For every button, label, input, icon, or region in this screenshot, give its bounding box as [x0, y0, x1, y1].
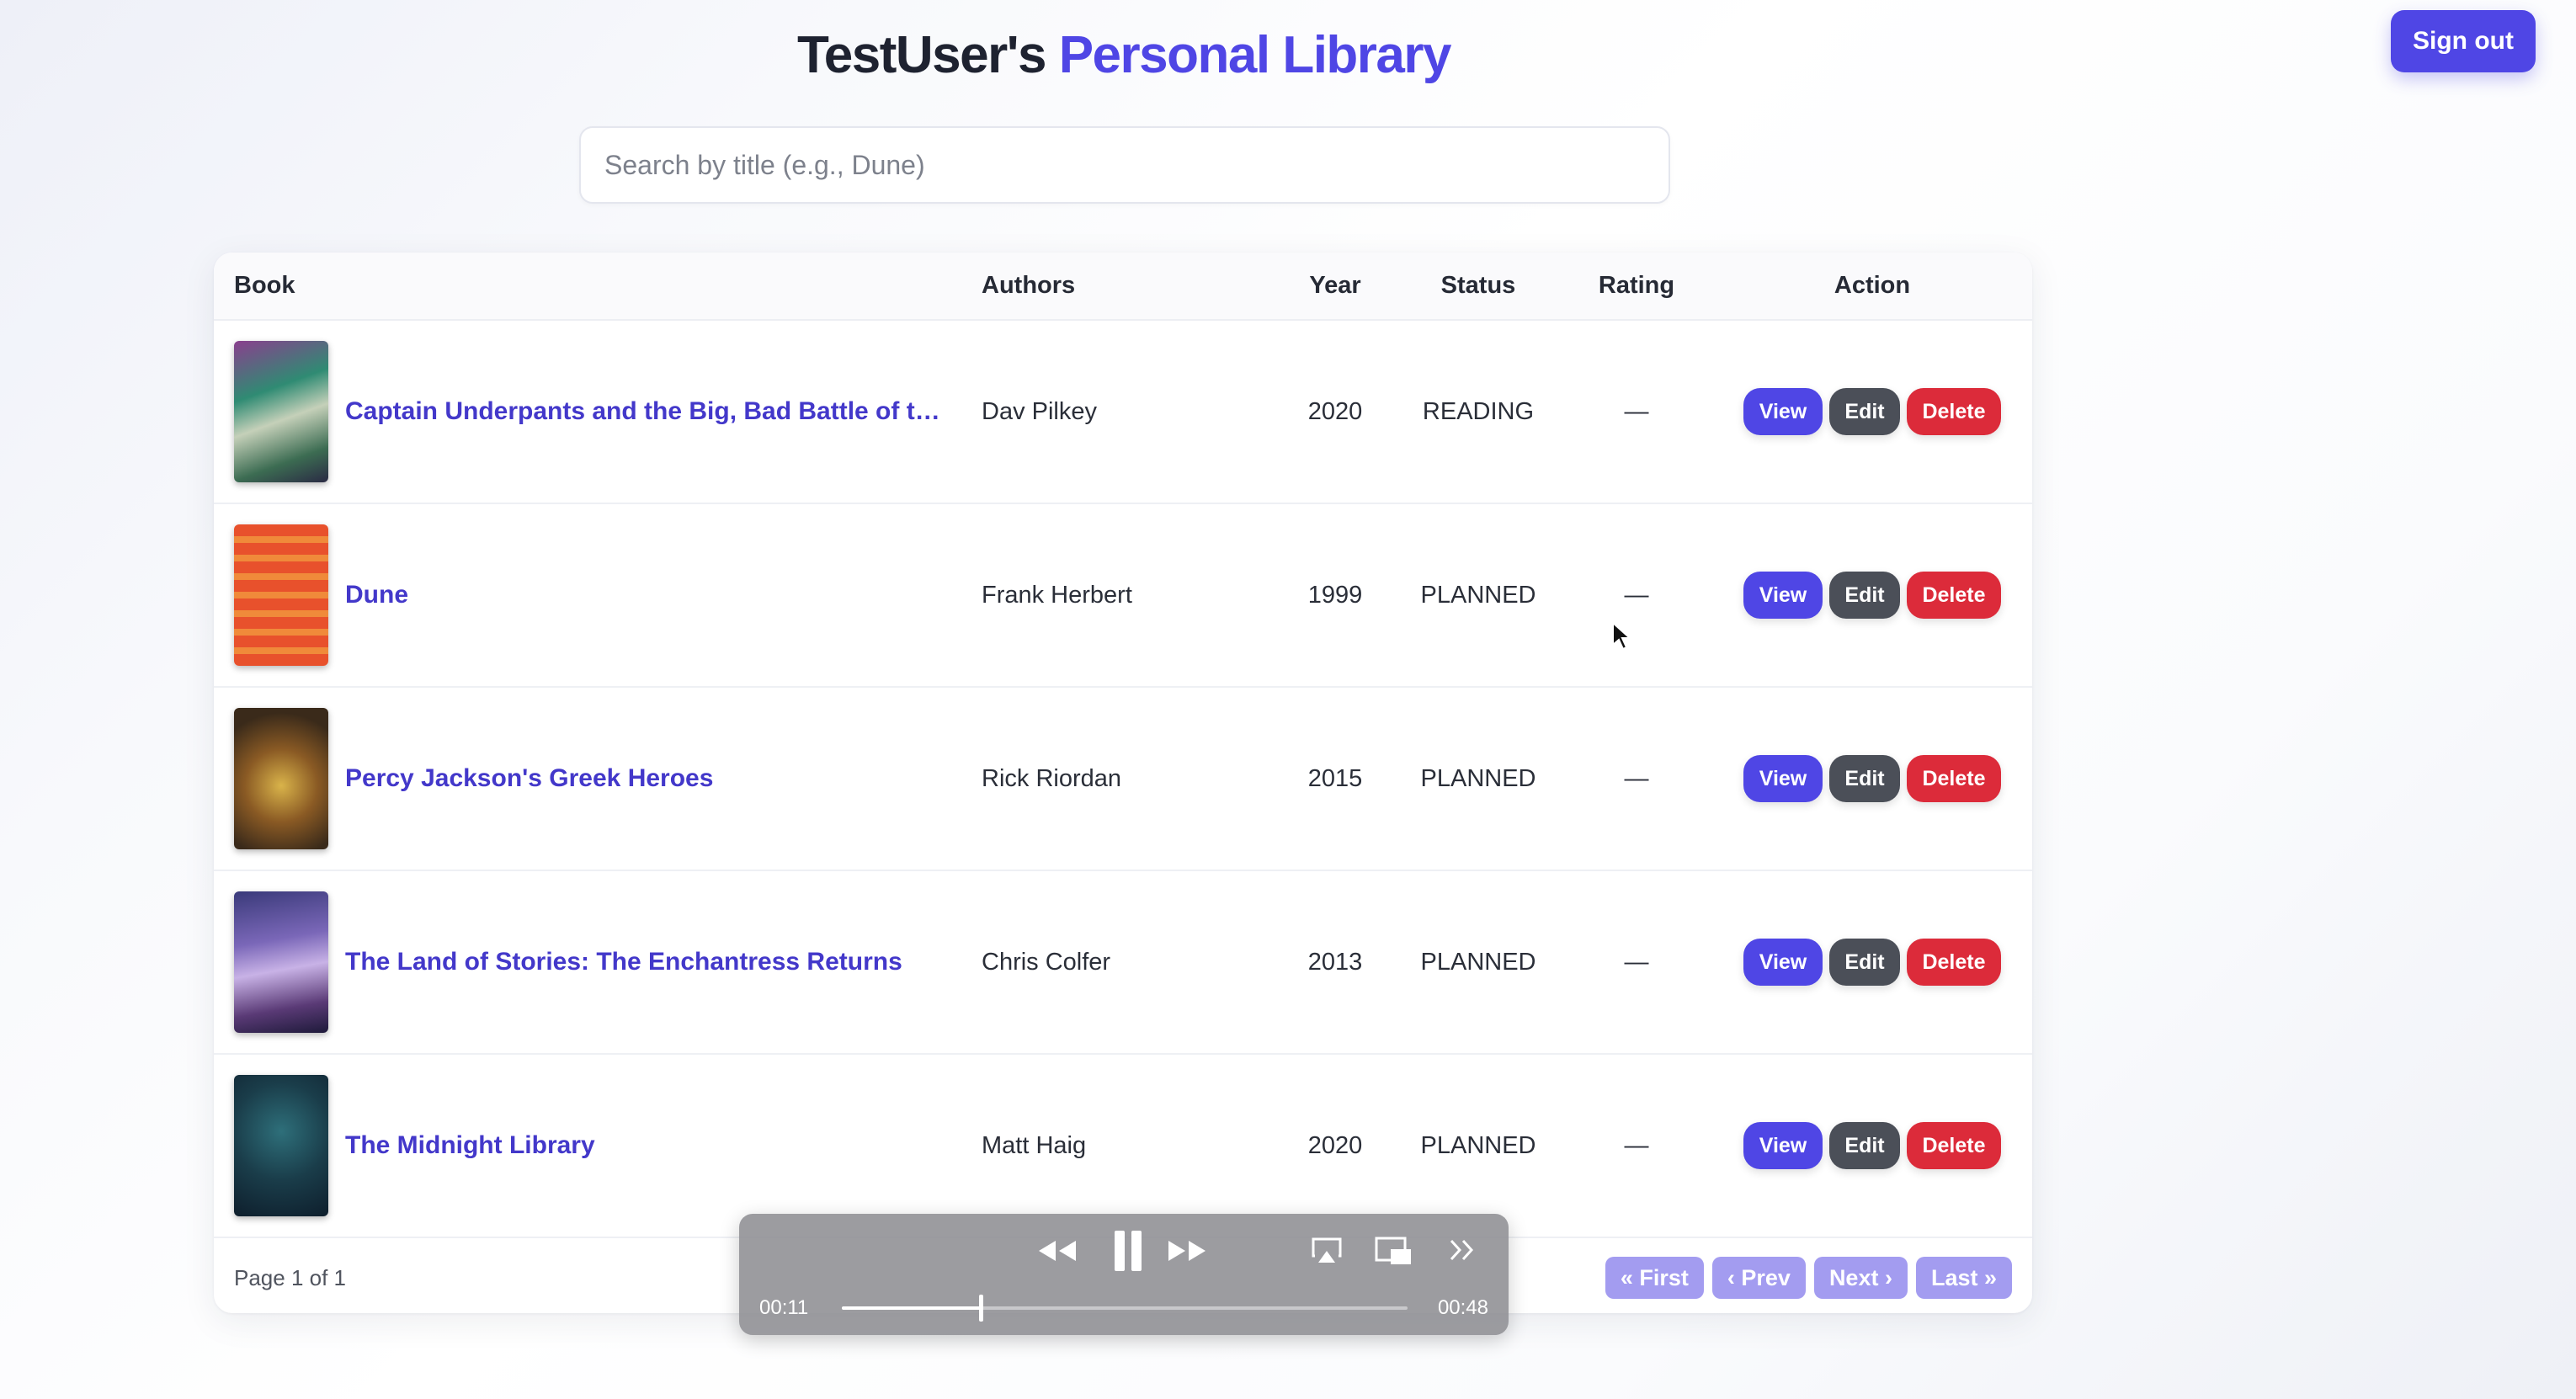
rewind-icon[interactable] — [1035, 1236, 1079, 1266]
book-year: 2020 — [1307, 397, 1363, 425]
book-year: 2015 — [1307, 764, 1363, 792]
book-title-link[interactable]: Dune — [345, 581, 408, 609]
video-player-controls: 00:11 00:48 — [739, 1214, 1509, 1335]
table-row: The Midnight Library Matt Haig 2020 PLAN… — [214, 1054, 2032, 1237]
book-rating: — — [1624, 948, 1649, 976]
row-actions: View Edit Delete — [1712, 503, 2032, 687]
seek-bar[interactable] — [842, 1295, 1408, 1322]
book-authors: Matt Haig — [982, 1131, 1087, 1159]
book-title-link[interactable]: Percy Jackson's Greek Heroes — [345, 764, 713, 793]
book-year: 2013 — [1307, 948, 1363, 976]
view-button[interactable]: View — [1743, 388, 1823, 435]
page-title: TestUser's Personal Library — [0, 25, 2248, 85]
book-year: 1999 — [1307, 581, 1363, 609]
column-header-status[interactable]: Status — [1396, 253, 1561, 320]
book-status: PLANNED — [1420, 1131, 1536, 1159]
book-authors: Chris Colfer — [982, 948, 1111, 976]
seek-bar-progress — [842, 1306, 981, 1310]
delete-button[interactable]: Delete — [1907, 939, 2001, 986]
book-title-link[interactable]: The Midnight Library — [345, 1131, 595, 1160]
column-header-book[interactable]: Book — [214, 253, 971, 320]
page-info: Page 1 of 1 — [234, 1264, 346, 1290]
book-cover[interactable] — [234, 1075, 328, 1216]
cursor-icon — [1612, 621, 1632, 651]
library-table: Book Authors Year Status Rating Action C… — [214, 253, 2032, 1238]
book-authors: Rick Riordan — [982, 764, 1121, 792]
row-actions: View Edit Delete — [1712, 687, 2032, 870]
edit-button[interactable]: Edit — [1829, 388, 1900, 435]
search-input[interactable] — [579, 126, 1670, 204]
book-status: PLANNED — [1420, 581, 1536, 609]
more-icon[interactable] — [1448, 1237, 1477, 1263]
book-title-link[interactable]: Captain Underpants and the Big, Bad Batt… — [345, 397, 951, 426]
table-row: Captain Underpants and the Big, Bad Batt… — [214, 320, 2032, 503]
column-header-action: Action — [1834, 272, 1911, 299]
prev-page-button[interactable]: ‹ Prev — [1711, 1257, 1806, 1299]
total-time: 00:48 — [1437, 1296, 1488, 1319]
elapsed-time: 00:11 — [759, 1296, 809, 1319]
edit-button[interactable]: Edit — [1829, 1122, 1900, 1169]
book-cover[interactable] — [234, 524, 328, 666]
table-header-row: Book Authors Year Status Rating Action — [214, 253, 2032, 320]
airplay-icon[interactable] — [1310, 1236, 1344, 1266]
view-button[interactable]: View — [1743, 755, 1823, 802]
book-status: READING — [1422, 397, 1535, 425]
row-actions: View Edit Delete — [1712, 870, 2032, 1054]
page-title-accent: Personal Library — [1058, 26, 1452, 84]
first-page-button[interactable]: « First — [1605, 1257, 1704, 1299]
edit-button[interactable]: Edit — [1829, 755, 1900, 802]
next-page-button[interactable]: Next › — [1813, 1257, 1908, 1299]
book-cover[interactable] — [234, 891, 328, 1033]
delete-button[interactable]: Delete — [1907, 755, 2001, 802]
column-header-rating[interactable]: Rating — [1561, 253, 1712, 320]
edit-button[interactable]: Edit — [1829, 939, 1900, 986]
picture-in-picture-icon[interactable] — [1374, 1236, 1414, 1268]
view-button[interactable]: View — [1743, 572, 1823, 619]
row-actions: View Edit Delete — [1712, 1054, 2032, 1237]
book-status: PLANNED — [1420, 764, 1536, 792]
seek-bar-thumb[interactable] — [978, 1295, 983, 1322]
page-title-owner: TestUser's — [796, 26, 1046, 84]
book-cover[interactable] — [234, 708, 328, 849]
delete-button[interactable]: Delete — [1907, 572, 2001, 619]
sign-out-button[interactable]: Sign out — [2391, 10, 2536, 72]
pagination: « First ‹ Prev Next › Last » — [1605, 1257, 2012, 1299]
pause-icon[interactable] — [1111, 1227, 1145, 1274]
table-row: The Land of Stories: The Enchantress Ret… — [214, 870, 2032, 1054]
table-row: Dune Frank Herbert 1999 PLANNED — View Ed… — [214, 503, 2032, 687]
book-authors: Frank Herbert — [982, 581, 1132, 609]
column-header-authors[interactable]: Authors — [971, 253, 1275, 320]
view-button[interactable]: View — [1743, 939, 1823, 986]
book-authors: Dav Pilkey — [982, 397, 1097, 425]
column-header-year[interactable]: Year — [1275, 253, 1396, 320]
book-status: PLANNED — [1420, 948, 1536, 976]
row-actions: View Edit Delete — [1712, 320, 2032, 503]
book-rating: — — [1624, 397, 1649, 425]
book-cover[interactable] — [234, 341, 328, 482]
last-page-button[interactable]: Last » — [1915, 1257, 2012, 1299]
library-table-card: Book Authors Year Status Rating Action C… — [214, 253, 2032, 1313]
book-rating: — — [1624, 581, 1649, 609]
book-rating: — — [1624, 1131, 1649, 1159]
fast-forward-icon[interactable] — [1165, 1236, 1209, 1266]
delete-button[interactable]: Delete — [1907, 1122, 2001, 1169]
table-row: Percy Jackson's Greek Heroes Rick Riorda… — [214, 687, 2032, 870]
book-rating: — — [1624, 764, 1649, 792]
edit-button[interactable]: Edit — [1829, 572, 1900, 619]
view-button[interactable]: View — [1743, 1122, 1823, 1169]
book-year: 2020 — [1307, 1131, 1363, 1159]
delete-button[interactable]: Delete — [1907, 388, 2001, 435]
book-title-link[interactable]: The Land of Stories: The Enchantress Ret… — [345, 948, 902, 976]
